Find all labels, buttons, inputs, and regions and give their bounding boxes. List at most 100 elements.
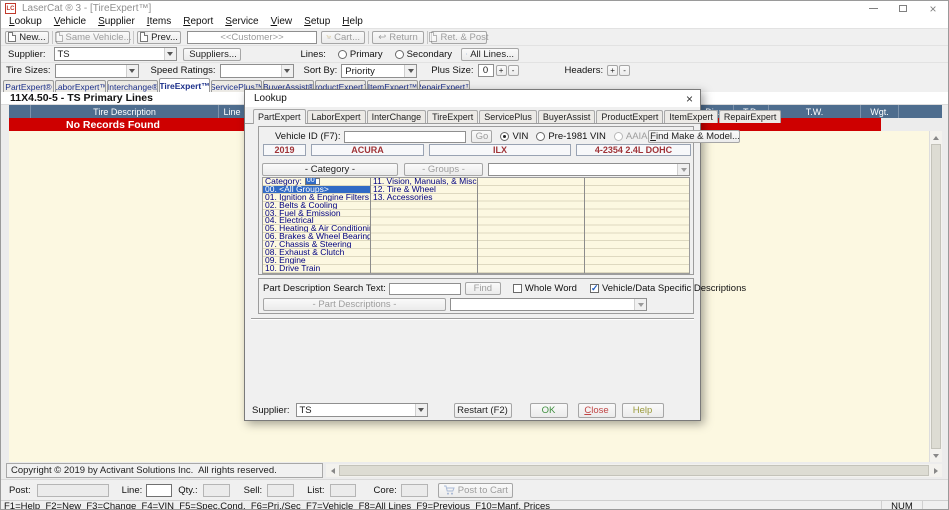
close-button[interactable]: ×: [918, 1, 948, 16]
whole-word-label[interactable]: Whole Word: [525, 283, 577, 294]
dialog-tab-tireexpert[interactable]: TireExpert: [427, 110, 478, 123]
scroll-down-icon[interactable]: [930, 449, 942, 462]
supplier-combo[interactable]: TS: [54, 47, 177, 61]
scroll-left-icon[interactable]: [326, 464, 339, 477]
category-item[interactable]: 01. Ignition & Engine Filters: [263, 194, 370, 202]
combo-arrow-icon[interactable]: [281, 65, 293, 77]
column-header-line[interactable]: Line: [219, 105, 246, 118]
tire-sizes-combo[interactable]: [55, 64, 139, 78]
combo-arrow-icon[interactable]: [404, 65, 416, 77]
vertical-scrollbar[interactable]: [929, 131, 942, 462]
part-descriptions-combo[interactable]: [450, 298, 647, 311]
suppliers-button[interactable]: Suppliers...: [183, 48, 241, 61]
dialog-tab-repairexpert[interactable]: RepairExpert: [719, 110, 782, 123]
column-header-wgt[interactable]: Wgt.: [861, 105, 899, 118]
help-button[interactable]: Help: [622, 403, 664, 418]
maximize-button[interactable]: [888, 1, 918, 16]
menu-vehicle[interactable]: Vehicle: [48, 16, 92, 28]
search-input[interactable]: [389, 283, 461, 295]
vehicle-specific-checkbox[interactable]: [590, 284, 599, 293]
menu-help[interactable]: Help: [336, 16, 369, 28]
dialog-tab-productexpert[interactable]: ProductExpert: [596, 110, 663, 123]
category-item[interactable]: 10. Drive Train: [263, 265, 370, 273]
combo-arrow-icon[interactable]: [634, 299, 646, 310]
close-dialog-button[interactable]: Close: [578, 403, 616, 418]
column-header-tire-description[interactable]: Tire Description: [31, 105, 219, 118]
category-item[interactable]: 02. Belts & Cooling: [263, 202, 370, 210]
category-item[interactable]: 09. Engine: [263, 257, 370, 265]
ok-button[interactable]: OK: [530, 403, 568, 418]
tab-interchange[interactable]: Interchange®: [107, 80, 158, 92]
sell-field[interactable]: [267, 484, 294, 497]
dialog-tab-buyerassist[interactable]: BuyerAssist: [538, 110, 596, 123]
menu-view[interactable]: View: [265, 16, 299, 28]
category-entry-input[interactable]: 00: [305, 178, 320, 185]
lines-secondary-label[interactable]: Secondary: [407, 49, 452, 60]
column-header-end[interactable]: [899, 105, 942, 118]
horizontal-scroll-thumb[interactable]: [339, 465, 929, 476]
groups-combo[interactable]: [488, 163, 690, 176]
dialog-tab-itemexpert[interactable]: ItemExpert: [664, 110, 718, 123]
plus-size-up-button[interactable]: +: [496, 65, 507, 76]
category-item[interactable]: 11. Vision, Manuals, & Misc.: [371, 178, 477, 186]
new-button[interactable]: New...: [5, 31, 49, 44]
minimize-button[interactable]: [858, 1, 888, 16]
plus-size-value[interactable]: 0: [478, 64, 494, 77]
dialog-supplier-combo[interactable]: TS: [296, 403, 428, 417]
category-item[interactable]: 07. Chassis & Steering: [263, 241, 370, 249]
tab-laborexpert[interactable]: LaborExpert™: [55, 80, 106, 92]
combo-arrow-icon[interactable]: [126, 65, 138, 77]
dialog-tab-serviceplus[interactable]: ServicePlus: [479, 110, 537, 123]
speed-ratings-combo[interactable]: [220, 64, 294, 78]
core-field[interactable]: [401, 484, 428, 497]
headers-down-button[interactable]: -: [619, 65, 630, 76]
customer-field[interactable]: <<Customer>>: [187, 31, 317, 44]
horizontal-scrollbar[interactable]: [326, 464, 942, 477]
vertical-scroll-thumb[interactable]: [931, 144, 941, 449]
scroll-up-icon[interactable]: [930, 131, 942, 144]
combo-arrow-icon[interactable]: [677, 164, 689, 175]
whole-word-checkbox[interactable]: [513, 284, 522, 293]
menu-service[interactable]: Service: [219, 16, 264, 28]
restart-button[interactable]: Restart (F2): [454, 403, 512, 418]
dialog-tab-partexpert[interactable]: PartExpert: [253, 109, 306, 124]
scroll-right-icon[interactable]: [929, 464, 942, 477]
prev-button[interactable]: Prev...: [137, 31, 181, 44]
vin-radio-label[interactable]: VIN: [512, 131, 528, 142]
menu-report[interactable]: Report: [177, 16, 219, 28]
menu-setup[interactable]: Setup: [298, 16, 336, 28]
category-item[interactable]: 00. <All Groups>: [263, 186, 370, 194]
plus-size-down-button[interactable]: -: [508, 65, 519, 76]
list-field[interactable]: [330, 484, 356, 497]
menu-supplier[interactable]: Supplier: [92, 16, 141, 28]
dialog-close-icon[interactable]: ×: [686, 93, 693, 105]
vehicle-id-input[interactable]: [344, 131, 466, 143]
tab-tireexpert[interactable]: TireExpert™: [159, 78, 210, 92]
headers-up-button[interactable]: +: [607, 65, 618, 76]
pre-1981-vin-radio[interactable]: [536, 132, 545, 141]
pre-1981-vin-label[interactable]: Pre-1981 VIN: [548, 131, 606, 142]
vin-radio[interactable]: [500, 132, 509, 141]
category-item[interactable]: 13. Accessories: [371, 194, 477, 202]
column-header-blank[interactable]: [9, 105, 31, 118]
qty-field[interactable]: [203, 484, 230, 497]
vehicle-specific-label[interactable]: Vehicle/Data Specific Descriptions: [602, 283, 746, 294]
sort-by-combo[interactable]: Priority: [341, 64, 417, 78]
lines-secondary-radio[interactable]: [395, 50, 404, 59]
lines-primary-radio[interactable]: [338, 50, 347, 59]
category-item[interactable]: 08. Exhaust & Clutch: [263, 249, 370, 257]
combo-arrow-icon[interactable]: [415, 404, 427, 416]
find-make-model-button[interactable]: Find Make & Model...: [648, 130, 740, 143]
category-item[interactable]: 03. Fuel & Emission: [263, 210, 370, 218]
all-lines-button[interactable]: All Lines...: [461, 48, 519, 61]
line-input[interactable]: [146, 484, 172, 497]
column-header-tw[interactable]: T.W.: [769, 105, 861, 118]
category-mode-button[interactable]: - Category -: [262, 163, 398, 176]
category-item[interactable]: 05. Heating & Air Conditioning: [263, 225, 370, 233]
lines-primary-label[interactable]: Primary: [350, 49, 383, 60]
post-field[interactable]: [37, 484, 109, 497]
tab-partexpert[interactable]: PartExpert®: [3, 80, 54, 92]
category-item[interactable]: 04. Electrical: [263, 217, 370, 225]
category-item[interactable]: 06. Brakes & Wheel Bearings: [263, 233, 370, 241]
menu-lookup[interactable]: Lookup: [3, 16, 48, 28]
